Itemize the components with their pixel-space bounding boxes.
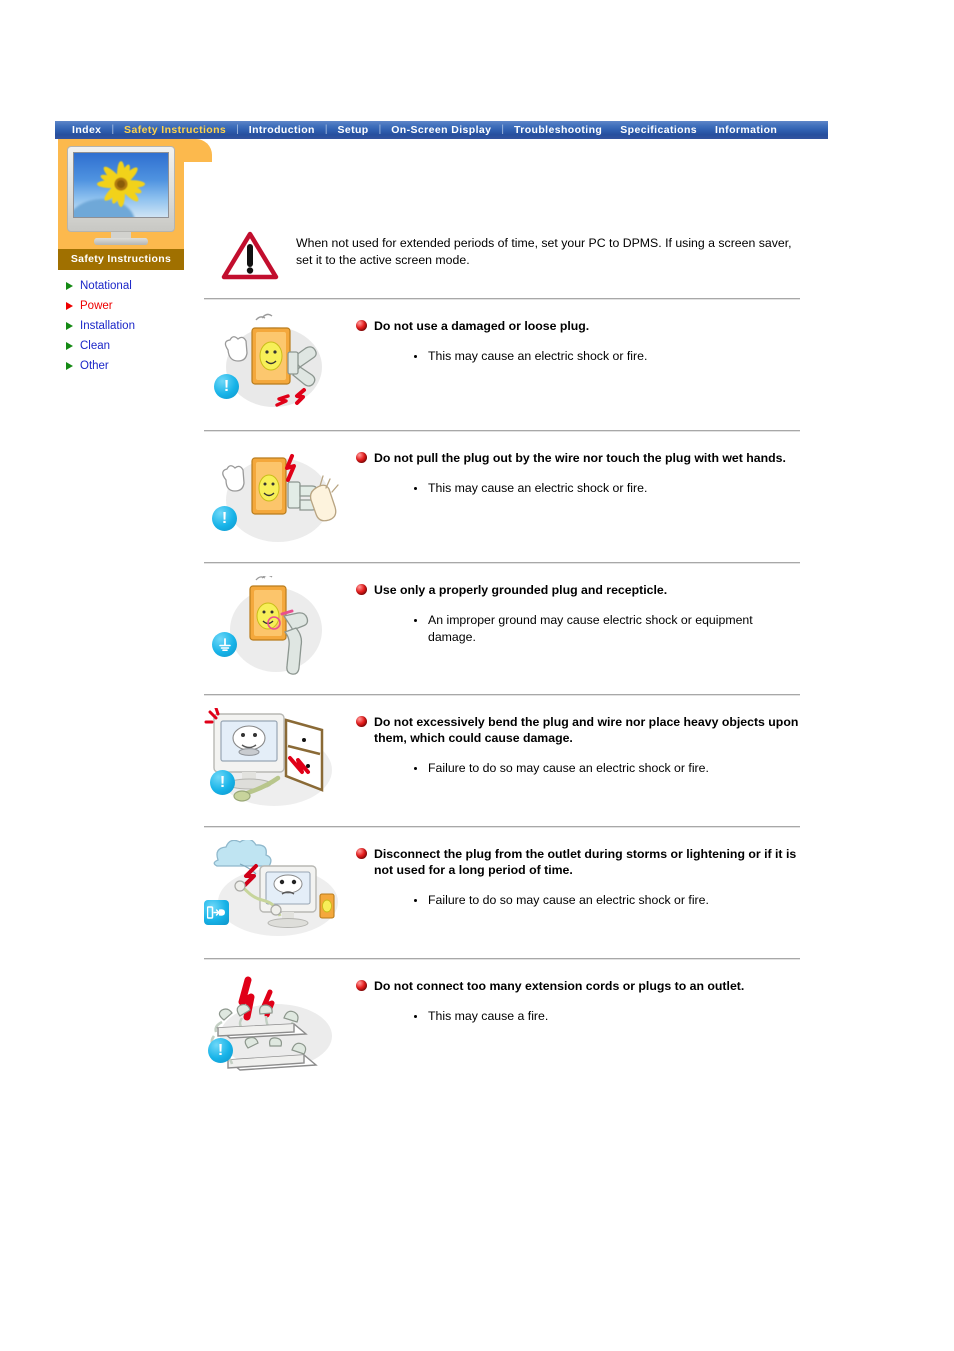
wet-hands-plug-illustration: ! bbox=[204, 444, 356, 548]
safety-item-detail: An improper ground may cause electric sh… bbox=[414, 612, 800, 645]
safety-item-body: Do not connect too many extension cords … bbox=[356, 972, 800, 1025]
exclamation-badge-icon: ! bbox=[210, 770, 235, 795]
safety-item-body: Do not excessively bend the plug and wir… bbox=[356, 708, 800, 777]
safety-item-detail: Failure to do so may cause an electric s… bbox=[414, 892, 800, 909]
bent-wire-drawing bbox=[204, 708, 332, 806]
nav-item-index[interactable]: Index bbox=[63, 121, 110, 139]
sidebar: Safety Instructions Notational Power Ins… bbox=[58, 139, 184, 376]
exclamation-glyph: ! bbox=[219, 773, 226, 791]
red-bullet-icon bbox=[356, 320, 367, 331]
sidebar-item-notational[interactable]: Notational bbox=[66, 276, 184, 296]
safety-item-body: Do not pull the plug out by the wire nor… bbox=[356, 444, 800, 497]
sidebar-item-label: Installation bbox=[80, 320, 135, 332]
damaged-plug-drawing bbox=[224, 313, 322, 407]
red-bullet-icon bbox=[356, 716, 367, 727]
damaged-plug-illustration: ! bbox=[204, 312, 356, 416]
sidebar-item-label: Notational bbox=[80, 280, 132, 292]
sidebar-panel: Safety Instructions bbox=[58, 139, 184, 270]
safety-item-heading: Do not use a damaged or loose plug. bbox=[374, 319, 590, 333]
triangle-bullet-icon bbox=[66, 342, 73, 350]
sidebar-menu: Notational Power Installation Clean Othe… bbox=[58, 276, 184, 376]
monitor-thumbnail bbox=[67, 146, 175, 245]
safety-item-heading: Do not pull the plug out by the wire nor… bbox=[374, 451, 786, 465]
bent-wire-monitor-illustration: ! bbox=[204, 708, 356, 812]
monitor-bezel bbox=[67, 146, 175, 232]
ground-symbol-glyph bbox=[218, 637, 231, 651]
nav-item-information[interactable]: Information bbox=[706, 121, 786, 139]
nav-item-specifications[interactable]: Specifications bbox=[611, 121, 706, 139]
safety-item-heading-row: Do not connect too many extension cords … bbox=[356, 978, 800, 994]
exclamation-badge-icon: ! bbox=[208, 1038, 233, 1063]
safety-item-heading-row: Disconnect the plug from the outlet duri… bbox=[356, 846, 800, 878]
nav-item-safety-instructions[interactable]: Safety Instructions bbox=[115, 121, 235, 139]
wet-hands-drawing bbox=[222, 454, 339, 542]
safety-item-detail: This may cause an electric shock or fire… bbox=[414, 348, 800, 365]
safety-item: ! Do not pull the plug out by the wire n… bbox=[204, 432, 800, 562]
exclamation-glyph: ! bbox=[221, 509, 228, 527]
note-icon-cell bbox=[204, 228, 296, 282]
safety-item-detail: This may cause an electric shock or fire… bbox=[414, 480, 800, 497]
triangle-bullet-icon bbox=[66, 322, 73, 330]
safety-item-heading: Disconnect the plug from the outlet duri… bbox=[374, 847, 797, 877]
sidebar-item-label: Power bbox=[80, 300, 113, 312]
safety-item: ! Do not excessively bend the plug and w… bbox=[204, 696, 800, 826]
extension-cords-illustration: ! bbox=[204, 972, 356, 1076]
safety-item-heading-row: Do not pull the plug out by the wire nor… bbox=[356, 450, 800, 466]
sidebar-item-power[interactable]: Power bbox=[66, 296, 184, 316]
safety-item: ! Do not connect too many extension cord… bbox=[204, 960, 800, 1090]
warning-triangle-icon bbox=[221, 231, 279, 280]
exclamation-glyph: ! bbox=[223, 377, 230, 395]
safety-item-heading-row: Use only a properly grounded plug and re… bbox=[356, 582, 800, 598]
safety-item-heading-row: Do not excessively bend the plug and wir… bbox=[356, 714, 800, 746]
red-bullet-icon bbox=[356, 452, 367, 463]
triangle-bullet-icon bbox=[66, 302, 73, 310]
nav-item-on-screen-display[interactable]: On-Screen Display bbox=[382, 121, 500, 139]
storm-unplug-illustration bbox=[204, 840, 356, 944]
sidebar-item-label: Clean bbox=[80, 340, 111, 352]
exclamation-badge-icon: ! bbox=[214, 374, 239, 399]
triangle-bullet-icon bbox=[66, 362, 73, 370]
safety-item-detail: Failure to do so may cause an electric s… bbox=[414, 760, 800, 777]
dpms-note: When not used for extended periods of ti… bbox=[204, 228, 800, 298]
safety-item-body: Disconnect the plug from the outlet duri… bbox=[356, 840, 800, 909]
red-bullet-icon bbox=[356, 980, 367, 991]
exclamation-badge-icon: ! bbox=[212, 506, 237, 531]
sidebar-title: Safety Instructions bbox=[58, 249, 184, 270]
ground-badge-icon bbox=[212, 632, 237, 657]
grounded-plug-drawing bbox=[230, 576, 322, 675]
red-bullet-icon bbox=[356, 848, 367, 859]
unplug-badge-icon bbox=[204, 900, 229, 925]
nav-item-introduction[interactable]: Introduction bbox=[240, 121, 324, 139]
nav-item-setup[interactable]: Setup bbox=[328, 121, 377, 139]
exclamation-glyph: ! bbox=[217, 1041, 224, 1059]
triangle-bullet-icon bbox=[66, 282, 73, 290]
sidebar-tab-extension bbox=[184, 139, 212, 162]
sidebar-item-clean[interactable]: Clean bbox=[66, 336, 184, 356]
safety-item: ! Do not use a damaged or loose plug. Th… bbox=[204, 300, 800, 430]
storm-unplug-drawing bbox=[213, 840, 338, 936]
safety-item-heading: Use only a properly grounded plug and re… bbox=[374, 583, 668, 597]
sidebar-item-installation[interactable]: Installation bbox=[66, 316, 184, 336]
safety-item-heading: Do not excessively bend the plug and wir… bbox=[374, 715, 799, 745]
safety-item-detail: This may cause a fire. bbox=[414, 1008, 800, 1025]
sidebar-item-other[interactable]: Other bbox=[66, 356, 184, 376]
unplug-glyph bbox=[207, 906, 225, 919]
safety-item-heading-row: Do not use a damaged or loose plug. bbox=[356, 318, 800, 334]
main-navigation: Index | Safety Instructions | Introducti… bbox=[55, 121, 828, 139]
monitor-screen bbox=[73, 152, 169, 218]
safety-item: Use only a properly grounded plug and re… bbox=[204, 564, 800, 694]
red-bullet-icon bbox=[356, 584, 367, 595]
dpms-note-text: When not used for extended periods of ti… bbox=[296, 236, 792, 267]
sidebar-item-label: Other bbox=[80, 360, 109, 372]
grounded-plug-illustration bbox=[204, 576, 356, 680]
safety-item-body: Use only a properly grounded plug and re… bbox=[356, 576, 800, 645]
safety-item-heading: Do not connect too many extension cords … bbox=[374, 979, 745, 993]
monitor-stand-base bbox=[94, 238, 148, 245]
safety-item-body: Do not use a damaged or loose plug. This… bbox=[356, 312, 800, 365]
safety-item: Disconnect the plug from the outlet duri… bbox=[204, 828, 800, 958]
nav-item-troubleshooting[interactable]: Troubleshooting bbox=[505, 121, 611, 139]
sunflower-icon bbox=[97, 161, 145, 208]
content-area: When not used for extended periods of ti… bbox=[204, 228, 800, 1090]
